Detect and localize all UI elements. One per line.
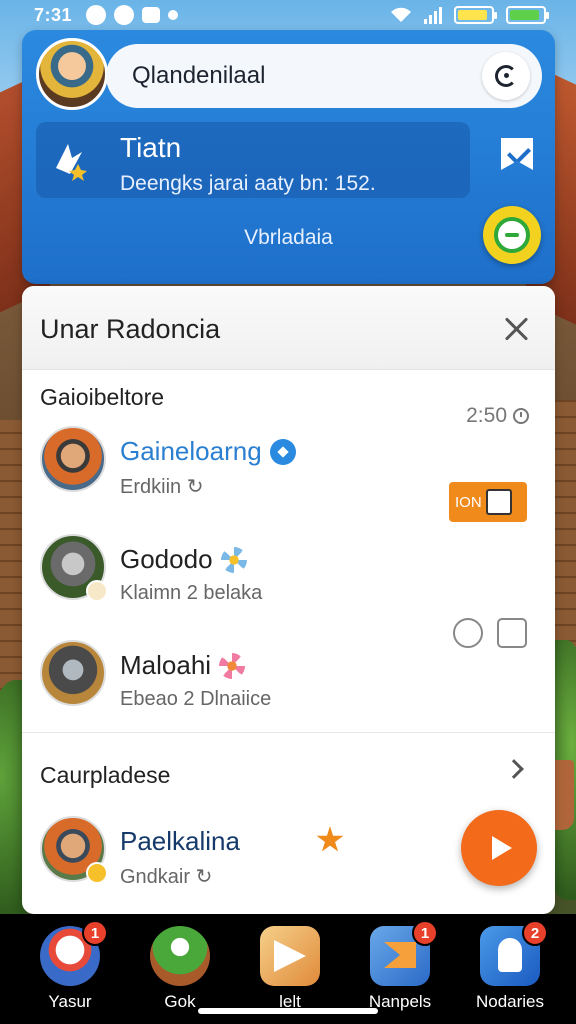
- contact-subtitle: Gndkair ↻: [120, 866, 213, 888]
- close-icon[interactable]: [503, 316, 529, 342]
- contact-subtitle: Klaimn 2 belaka: [120, 582, 263, 604]
- contact-tag[interactable]: ION: [449, 482, 527, 522]
- nav-item-yasur[interactable]: 1 Yasur: [22, 920, 118, 1022]
- avatar-badge-icon: [86, 862, 108, 884]
- search-input[interactable]: Qlandenilaal: [132, 62, 265, 90]
- nav-label: Yasur: [48, 992, 92, 1011]
- section-time: 2:50: [466, 404, 529, 428]
- divider: [22, 732, 555, 733]
- contact-name: Maloahi: [120, 650, 212, 680]
- sheet-header: Unar Radoncia: [22, 286, 555, 370]
- avatar: [40, 426, 106, 492]
- avatar: [40, 640, 106, 706]
- avatar-badge-icon: [86, 580, 108, 602]
- contact-name-row: Gododo: [120, 544, 247, 575]
- section-label-suggested[interactable]: Caurpladese: [40, 762, 170, 789]
- tag-box-icon: [485, 489, 512, 515]
- top-card: Qlandenilaal Tiatn Deengks jarai aaty bn…: [22, 30, 555, 284]
- play-button[interactable]: [461, 810, 537, 886]
- flower-icon: [220, 546, 247, 573]
- wifi-icon: [391, 7, 411, 22]
- contact-name-row: Maloahi: [120, 650, 246, 681]
- send-icon: [260, 926, 320, 986]
- notification-icon: [86, 5, 107, 25]
- clock-icon: [513, 408, 529, 424]
- search-refresh-button[interactable]: [482, 52, 530, 100]
- home-indicator[interactable]: [198, 1008, 378, 1014]
- chevron-right-icon[interactable]: [504, 759, 524, 779]
- status-time: 7:31: [34, 4, 73, 25]
- verified-icon: [269, 438, 296, 465]
- profile-avatar[interactable]: [36, 38, 108, 110]
- nav-badge: 2: [522, 920, 548, 946]
- promo-link[interactable]: Vbrladaia: [22, 226, 555, 250]
- promo-title: Tiatn: [120, 132, 182, 163]
- list-item[interactable]: Maloahi Ebeao 2 Dlnaiice: [22, 640, 555, 740]
- action-yellow-button[interactable]: [483, 206, 541, 264]
- nav-badge: 1: [412, 920, 438, 946]
- nav-item-nodaries[interactable]: 2 Nodaries: [462, 920, 558, 1022]
- flower-icon: [219, 652, 246, 679]
- status-right: [390, 6, 549, 24]
- chat-notification-icon: [114, 5, 135, 25]
- dot-notification-icon: [168, 10, 179, 20]
- contacts-sheet: Unar Radoncia Gaioibeltore 2:50 Gaineloa…: [22, 286, 555, 914]
- battery-icon: [454, 6, 497, 24]
- status-bar: 7:31: [0, 0, 576, 30]
- tag-label: ION: [455, 493, 482, 511]
- search-bar[interactable]: Qlandenilaal: [106, 44, 542, 108]
- contact-name-row: Gaineloarng: [120, 436, 296, 467]
- contact-subtitle: Ebeao 2 Dlnaiice: [120, 688, 272, 710]
- game-icon: [150, 926, 210, 986]
- home-icon: 1: [40, 920, 108, 986]
- contact-subtitle: Erdkiin ↻: [120, 476, 204, 498]
- section-label-recent: Gaioibeltore: [40, 384, 165, 410]
- promo-banner[interactable]: Tiatn Deengks jarai aaty bn: 152.: [36, 122, 470, 198]
- sparkle-icon: [56, 144, 87, 181]
- message-notification-icon: [142, 7, 161, 23]
- contact-name: Gododo: [120, 544, 213, 574]
- contact-name: Paelkalina: [120, 826, 240, 856]
- minus-icon: [494, 217, 530, 253]
- signal-icon: [424, 6, 442, 24]
- refresh-icon: [495, 65, 517, 87]
- profile-icon: 2: [480, 920, 548, 986]
- promo-subtitle: Deengks jarai aaty bn: 152.: [120, 172, 376, 195]
- nav-label: Nodaries: [475, 992, 545, 1011]
- nav-badge: 1: [82, 920, 108, 946]
- battery-charging-icon: [506, 6, 549, 24]
- nav-label: Nanpels: [368, 992, 432, 1011]
- bookmark-icon[interactable]: [501, 138, 533, 170]
- play-icon: [492, 836, 512, 860]
- section-time-text: 2:50: [466, 404, 507, 427]
- mail-icon: 1: [370, 920, 438, 986]
- nav-label: Gok: [164, 992, 196, 1011]
- contact-name: Gaineloarng: [120, 436, 262, 466]
- sheet-title: Unar Radoncia: [40, 314, 221, 344]
